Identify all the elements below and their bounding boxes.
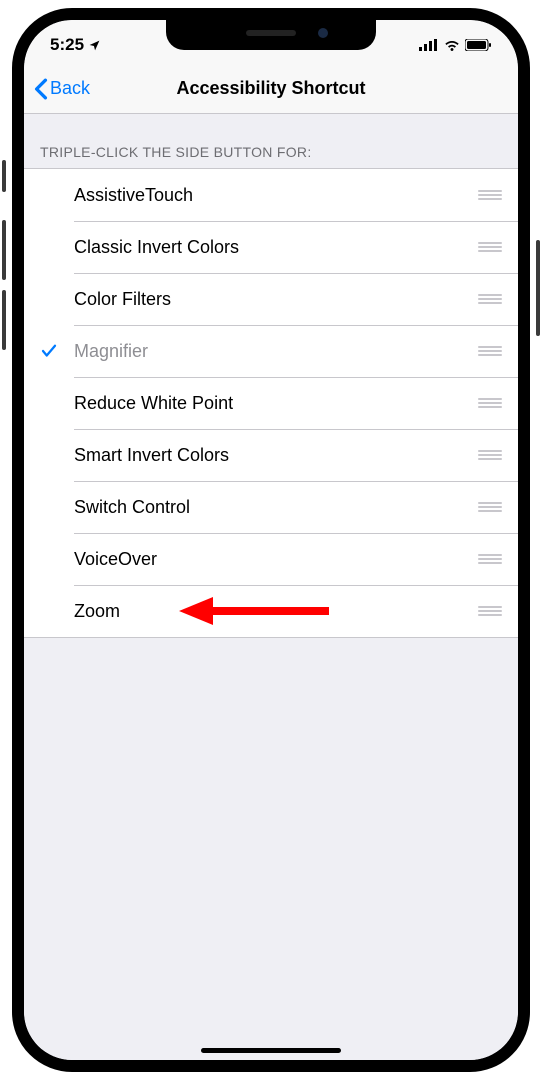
wifi-icon (443, 39, 461, 51)
side-button (536, 240, 540, 336)
reorder-handle-icon[interactable] (478, 398, 518, 408)
reorder-handle-icon[interactable] (478, 606, 518, 616)
list-item-label: Classic Invert Colors (74, 237, 478, 258)
list-item-label: Switch Control (74, 497, 478, 518)
cellular-icon (419, 39, 439, 51)
volume-down-button (2, 290, 6, 350)
reorder-handle-icon[interactable] (478, 450, 518, 460)
list-item[interactable]: Smart Invert Colors (24, 429, 518, 481)
list-item-label: Smart Invert Colors (74, 445, 478, 466)
list-item[interactable]: Zoom (24, 585, 518, 637)
list-item[interactable]: Magnifier (24, 325, 518, 377)
page-title: Accessibility Shortcut (24, 78, 518, 99)
list-item[interactable]: Switch Control (24, 481, 518, 533)
shortcut-list: AssistiveTouch Classic Invert Colors Color… (24, 168, 518, 638)
volume-up-button (2, 220, 6, 280)
home-indicator (201, 1048, 341, 1053)
section-header: TRIPLE-CLICK THE SIDE BUTTON FOR: (24, 114, 518, 168)
list-item-label: Zoom (74, 601, 478, 622)
reorder-handle-icon[interactable] (478, 346, 518, 356)
empty-area (24, 638, 518, 1060)
list-item[interactable]: Color Filters (24, 273, 518, 325)
reorder-handle-icon[interactable] (478, 554, 518, 564)
back-label: Back (50, 78, 90, 99)
list-item[interactable]: Reduce White Point (24, 377, 518, 429)
checkmark-icon (24, 342, 74, 360)
phone-frame: 5:25 Back Accessibility Shortcut TRIPLE-… (12, 8, 530, 1072)
screen: 5:25 Back Accessibility Shortcut TRIPLE-… (24, 20, 518, 1060)
list-item-label: Magnifier (74, 341, 478, 362)
list-item-label: VoiceOver (74, 549, 478, 570)
battery-icon (465, 39, 492, 51)
notch (166, 20, 376, 50)
reorder-handle-icon[interactable] (478, 502, 518, 512)
nav-bar: Back Accessibility Shortcut (24, 64, 518, 114)
list-item-label: Reduce White Point (74, 393, 478, 414)
back-button[interactable]: Back (34, 78, 90, 100)
chevron-left-icon (34, 78, 48, 100)
reorder-handle-icon[interactable] (478, 294, 518, 304)
status-time: 5:25 (50, 35, 84, 55)
list-item[interactable]: Classic Invert Colors (24, 221, 518, 273)
location-icon (88, 39, 101, 52)
list-item[interactable]: VoiceOver (24, 533, 518, 585)
list-item-label: Color Filters (74, 289, 478, 310)
reorder-handle-icon[interactable] (478, 190, 518, 200)
list-item[interactable]: AssistiveTouch (24, 169, 518, 221)
mute-switch (2, 160, 6, 192)
reorder-handle-icon[interactable] (478, 242, 518, 252)
list-item-label: AssistiveTouch (74, 185, 478, 206)
